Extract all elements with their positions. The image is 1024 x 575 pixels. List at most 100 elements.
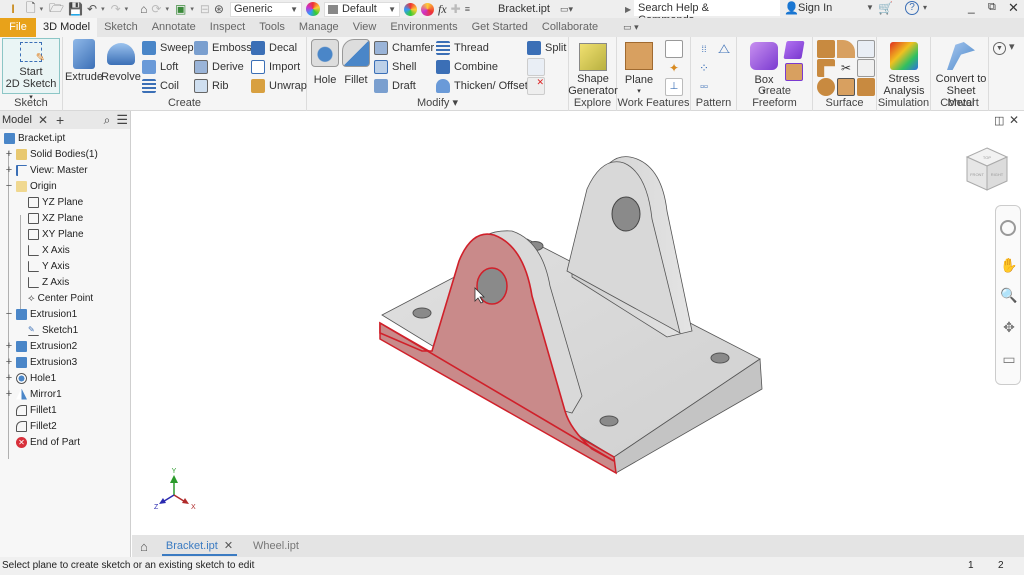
fillet-button[interactable]: Fillet xyxy=(341,39,371,86)
full-navigation-wheel-icon[interactable] xyxy=(1000,220,1016,236)
tree-node-origin[interactable]: − Origin xyxy=(6,178,57,194)
update-dropdown-icon[interactable]: ▾ xyxy=(165,5,169,13)
add-icon[interactable]: ✚ xyxy=(451,1,461,17)
tab-inspect[interactable]: Inspect xyxy=(203,18,252,37)
tree-node-yz-plane[interactable]: YZ Plane xyxy=(28,194,83,210)
trim-icon[interactable] xyxy=(817,59,835,77)
doc-tab-wheel[interactable]: Wheel.ipt xyxy=(243,535,309,557)
ribbon-display-options-icon[interactable]: ▭ ▾ xyxy=(623,22,639,33)
tab-collaborate[interactable]: Collaborate xyxy=(535,18,605,37)
mounting-hole[interactable] xyxy=(412,307,432,319)
work-point-icon[interactable]: ✦ xyxy=(665,59,683,77)
appearance-combo[interactable]: Default ▼ xyxy=(323,1,400,17)
emboss-button[interactable]: Emboss xyxy=(194,39,252,57)
tree-node-fillet1[interactable]: Fillet1 xyxy=(16,402,57,418)
expand-icon[interactable]: + xyxy=(4,340,14,352)
back-ear-hole[interactable] xyxy=(611,196,641,232)
extrude-button[interactable]: Extrude xyxy=(65,39,103,83)
tree-node-end-of-part[interactable]: ✕ End of Part xyxy=(16,434,80,450)
panel-title-modify[interactable]: Modify ▾ xyxy=(307,96,568,109)
user-icon[interactable]: 👤 xyxy=(784,1,799,15)
measure-icon[interactable]: ⊟ xyxy=(200,1,210,17)
tab-tools[interactable]: Tools xyxy=(252,18,292,37)
redo-icon[interactable]: ↷ xyxy=(111,1,121,17)
start-2d-sketch-button[interactable]: ✎ Start 2D Sketch ▾ xyxy=(2,38,60,101)
tree-node-extrusion3[interactable]: + Extrusion3 xyxy=(6,354,77,370)
shape-generator-button[interactable]: Shape Generator xyxy=(568,39,618,97)
parameters-fx-icon[interactable]: fx xyxy=(438,1,447,17)
tab-file[interactable]: File xyxy=(0,18,36,37)
select-icon[interactable]: ▣ xyxy=(175,1,186,17)
tree-node-view-master[interactable]: + View: Master xyxy=(6,162,88,178)
coil-button[interactable]: Coil xyxy=(142,77,179,95)
redo-dropdown-icon[interactable]: ▾ xyxy=(125,5,129,13)
ruled-surface-icon[interactable] xyxy=(837,78,855,96)
replace-face-icon[interactable] xyxy=(817,78,835,96)
extend-icon[interactable]: ✂ xyxy=(837,59,855,77)
adjust-appearance-icon[interactable] xyxy=(403,2,417,16)
bracket-model[interactable] xyxy=(132,111,1024,535)
rectangular-pattern-icon[interactable]: ⁞⁞ xyxy=(695,40,713,58)
ucs-icon[interactable]: ⊥ xyxy=(665,78,683,96)
new-file-icon[interactable]: 🗋 xyxy=(26,1,36,17)
expand-icon[interactable]: + xyxy=(4,164,14,176)
tab-view[interactable]: View xyxy=(346,18,384,37)
patch-icon[interactable] xyxy=(837,40,855,58)
combine-button[interactable]: Combine xyxy=(436,58,498,76)
sign-in-dropdown-icon[interactable]: ▼ xyxy=(866,3,874,12)
open-folder-icon[interactable]: 🗁 xyxy=(49,1,64,17)
tree-node-sketch1[interactable]: ✎ Sketch1 xyxy=(28,322,78,338)
search-help-input[interactable]: Search Help & Commands... xyxy=(634,0,780,26)
save-icon[interactable]: 💾 xyxy=(68,1,83,17)
expand-icon[interactable]: + xyxy=(4,356,14,368)
expand-icon[interactable]: + xyxy=(4,148,14,160)
graphics-viewport[interactable]: ◫ ✕ TOP FRONT RIGHT Y Z X xyxy=(132,111,1024,535)
orbit-icon[interactable]: ✥ xyxy=(1000,318,1018,336)
unwrap-button[interactable]: Unwrap xyxy=(251,77,307,95)
help-icon[interactable]: ? xyxy=(905,1,919,15)
undo-dropdown-icon[interactable]: ▾ xyxy=(101,5,105,13)
repair-bodies-icon[interactable] xyxy=(857,78,875,96)
cart-icon[interactable]: 🛒 xyxy=(878,1,893,15)
add-browser-icon[interactable]: + xyxy=(56,112,64,128)
tree-node-extrusion2[interactable]: + Extrusion2 xyxy=(6,338,77,354)
browser-menu-icon[interactable]: ☰ xyxy=(116,112,128,128)
tab-sketch[interactable]: Sketch xyxy=(97,18,145,37)
doc-tab-bracket[interactable]: Bracket.ipt ✕ xyxy=(156,535,243,557)
tree-node-fillet2[interactable]: Fillet2 xyxy=(16,418,57,434)
zoom-icon[interactable]: 🔍 xyxy=(1000,286,1018,304)
stitch-icon[interactable] xyxy=(817,40,835,58)
clear-appearance-icon[interactable] xyxy=(420,2,434,16)
tree-node-mirror1[interactable]: + Mirror1 xyxy=(6,386,62,402)
look-at-icon[interactable]: ▭ xyxy=(1000,350,1018,368)
customize-icon[interactable]: ≡ xyxy=(465,1,470,17)
boundary-patch-icon[interactable] xyxy=(857,59,875,77)
tab-3d-model[interactable]: 3D Model xyxy=(36,18,98,37)
work-plane-icon[interactable] xyxy=(665,40,683,58)
close-browser-icon[interactable]: ✕ xyxy=(38,113,48,127)
draft-button[interactable]: Draft xyxy=(374,77,416,95)
tree-node-solid-bodies[interactable]: + Solid Bodies(1) xyxy=(6,146,98,162)
tab-environments[interactable]: Environments xyxy=(383,18,464,37)
browser-tab-model[interactable]: Model xyxy=(2,114,32,126)
home-tab-icon[interactable]: ⌂ xyxy=(132,539,156,554)
tree-node-hole1[interactable]: + Hole1 xyxy=(6,370,56,386)
expand-icon[interactable]: + xyxy=(4,388,14,400)
options-icon[interactable]: ▭▾ xyxy=(560,4,573,15)
tree-node-xz-plane[interactable]: XZ Plane xyxy=(28,210,83,226)
chamfer-button[interactable]: Chamfer xyxy=(374,39,434,57)
sign-in-link[interactable]: Sign In xyxy=(798,2,832,14)
collapse-icon[interactable]: − xyxy=(4,308,14,320)
sculpt-icon[interactable] xyxy=(857,40,875,58)
tab-annotate[interactable]: Annotate xyxy=(145,18,203,37)
new-dropdown-icon[interactable]: ▾ xyxy=(40,5,44,13)
sweep-button[interactable]: Sweep xyxy=(142,39,194,57)
freeform-face-icon[interactable] xyxy=(783,41,805,59)
minimize-icon[interactable]: _ xyxy=(968,0,975,14)
close-window-icon[interactable]: ✕ xyxy=(1008,0,1019,16)
close-tab-icon[interactable]: ✕ xyxy=(224,540,233,552)
tree-node-x-axis[interactable]: X Axis xyxy=(28,242,70,258)
help-dropdown-icon[interactable]: ▾ xyxy=(923,3,927,12)
update-icon[interactable]: ⟳ xyxy=(151,1,161,17)
loft-button[interactable]: Loft xyxy=(142,58,178,76)
